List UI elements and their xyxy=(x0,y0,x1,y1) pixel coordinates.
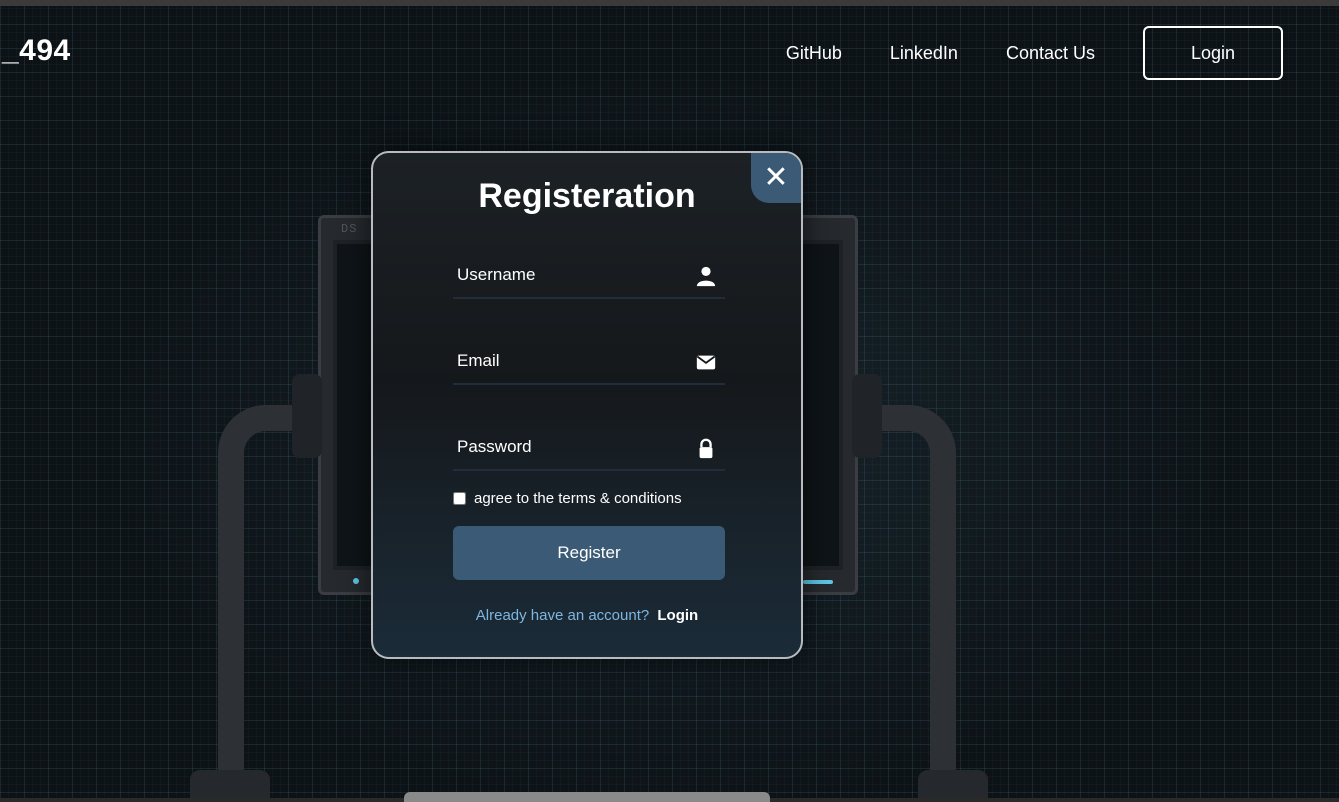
stand-arm-left xyxy=(218,405,308,785)
registration-modal: ✕ Registeration agree to the terms & con… xyxy=(371,151,803,659)
envelope-icon xyxy=(696,355,716,370)
nav-link-linkedin[interactable]: LinkedIn xyxy=(890,43,958,64)
stand-foot-left xyxy=(190,770,270,800)
password-field-group xyxy=(453,427,725,471)
login-link[interactable]: Login xyxy=(657,607,698,624)
login-prompt-text: Already have an account? xyxy=(475,607,650,624)
login-prompt: Already have an account? Login xyxy=(373,607,801,624)
email-field-group xyxy=(453,341,725,385)
lock-icon xyxy=(699,438,713,459)
user-icon xyxy=(696,266,716,287)
stand-knob-left xyxy=(292,374,322,458)
stand-knob-right xyxy=(852,374,882,458)
stand-arm-right xyxy=(866,405,956,785)
terms-label: agree to the terms & conditions xyxy=(474,490,682,507)
modal-title: Registeration xyxy=(478,177,696,215)
password-input[interactable] xyxy=(457,427,687,467)
nav-link-contact-us[interactable]: Contact Us xyxy=(1006,43,1095,64)
monitor-led-bar xyxy=(803,580,833,584)
top-navigation: GitHub LinkedIn Contact Us Login xyxy=(786,26,1283,80)
monitor-brand-label: DS xyxy=(341,222,358,236)
window-top-border xyxy=(0,0,1339,6)
register-button[interactable]: Register xyxy=(453,526,725,580)
terms-checkbox[interactable] xyxy=(453,492,466,505)
nav-link-github[interactable]: GitHub xyxy=(786,43,842,64)
monitor-led-indicator xyxy=(353,578,359,584)
username-field-group xyxy=(453,255,725,299)
username-input[interactable] xyxy=(457,255,687,295)
terms-checkbox-row[interactable]: agree to the terms & conditions xyxy=(453,490,682,507)
header-login-button[interactable]: Login xyxy=(1143,26,1283,80)
email-input[interactable] xyxy=(457,341,687,381)
stand-foot-right xyxy=(918,770,988,800)
horizontal-scrollbar-thumb[interactable] xyxy=(404,792,770,802)
site-logo[interactable]: _494 xyxy=(2,34,71,68)
